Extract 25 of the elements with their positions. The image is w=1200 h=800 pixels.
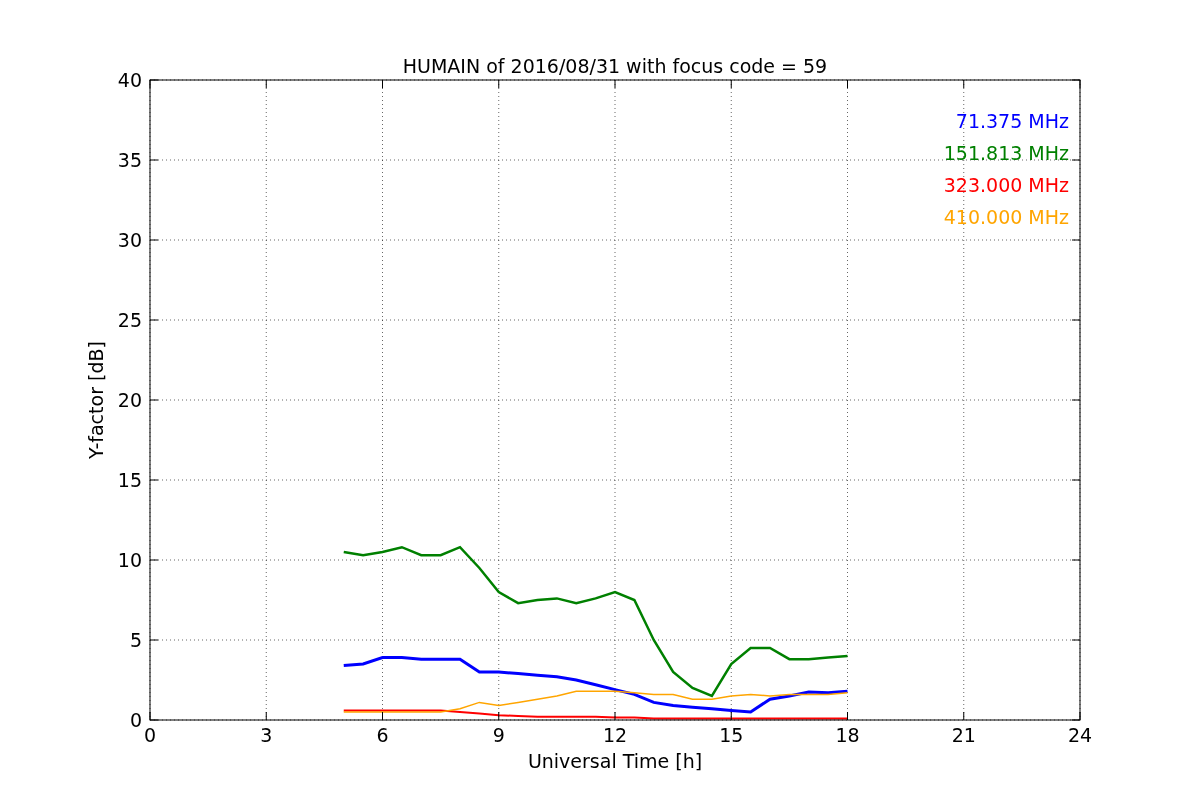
tick-label: 0: [129, 709, 142, 731]
tick-label: 0: [143, 724, 157, 746]
tick-label: 21: [951, 724, 976, 746]
tick-label: 25: [117, 309, 142, 331]
x-axis-label: Universal Time [h]: [527, 750, 703, 772]
tick-label: 15: [117, 469, 142, 491]
tick-label: 15: [719, 724, 744, 746]
legend-label: 410.000 MHz: [943, 206, 1069, 228]
chart-title: HUMAIN of 2016/08/31 with focus code = 59: [402, 55, 828, 77]
tick-label: 6: [376, 724, 389, 746]
tick-label: 9: [492, 724, 505, 746]
tick-label: 24: [1067, 724, 1093, 746]
legend-label: 71.375 MHz: [955, 110, 1069, 132]
tick-label: 3: [260, 724, 273, 746]
tick-label: 30: [117, 229, 142, 251]
tick-label: 35: [117, 149, 142, 171]
tick-label: 40: [117, 69, 142, 91]
legend-label: 323.000 MHz: [943, 174, 1069, 196]
tick-label: 10: [117, 549, 142, 571]
legend-label: 151.813 MHz: [943, 142, 1069, 164]
y-axis-label: Y-factor [dB]: [85, 341, 107, 459]
tick-label: 12: [602, 724, 628, 746]
tick-label: 5: [129, 629, 142, 651]
tick-label: 18: [835, 724, 860, 746]
tick-label: 20: [117, 389, 142, 411]
